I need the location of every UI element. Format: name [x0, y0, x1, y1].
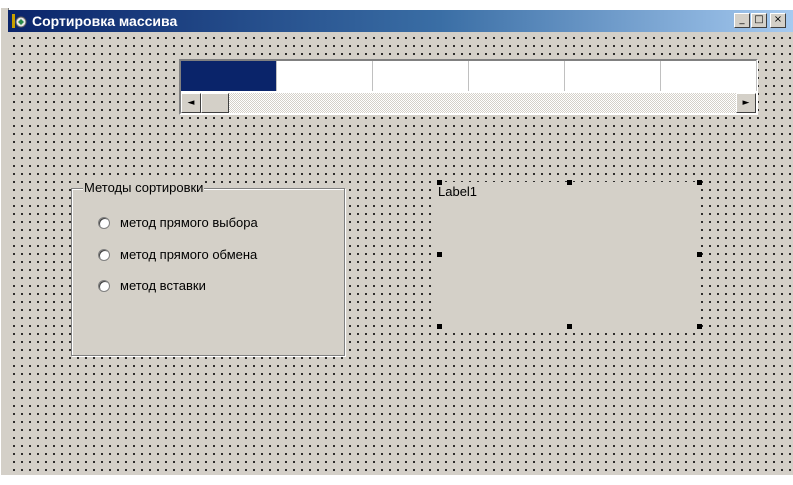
- selection-handle[interactable]: [697, 324, 702, 329]
- selection-handle[interactable]: [437, 180, 442, 185]
- groupbox-caption: Методы сортировки: [83, 180, 205, 195]
- selection-handle[interactable]: [697, 180, 702, 185]
- grid-cell[interactable]: [661, 61, 757, 91]
- radio-insertion[interactable]: метод вставки: [98, 278, 206, 293]
- delphi-form-icon: [12, 14, 27, 28]
- title-bar[interactable]: Сортировка массива _ □ ×: [8, 10, 793, 32]
- window-bottom-margin: [0, 475, 793, 485]
- close-button[interactable]: ×: [770, 13, 786, 28]
- radio-label: метод прямого обмена: [120, 247, 258, 262]
- window-title: Сортировка массива: [32, 13, 178, 29]
- label1-text: Label1: [438, 184, 478, 199]
- scroll-right-button[interactable]: ►: [736, 93, 756, 113]
- radio-label: метод прямого выбора: [120, 215, 258, 230]
- sort-methods-groupbox: [71, 188, 345, 356]
- grid-cell[interactable]: [277, 61, 373, 91]
- selection-handle[interactable]: [437, 324, 442, 329]
- string-grid[interactable]: ◄ ►: [179, 59, 758, 115]
- label1-component[interactable]: [431, 182, 701, 327]
- minimize-button[interactable]: _: [734, 13, 750, 28]
- maximize-button[interactable]: □: [751, 13, 767, 28]
- grid-cell[interactable]: [469, 61, 565, 91]
- radio-label: метод вставки: [120, 278, 206, 293]
- radio-circle-icon[interactable]: [98, 216, 110, 229]
- scroll-left-button[interactable]: ◄: [181, 93, 201, 113]
- grid-row: [181, 61, 757, 91]
- form-design-surface[interactable]: ◄ ► Методы сортировки метод прямого выбо…: [8, 32, 793, 475]
- radio-direct-selection[interactable]: метод прямого выбора: [98, 215, 258, 230]
- scroll-thumb[interactable]: [201, 93, 229, 113]
- grid-cell-selected[interactable]: [181, 61, 277, 91]
- radio-direct-exchange[interactable]: метод прямого обмена: [98, 247, 257, 262]
- selection-handle[interactable]: [437, 252, 442, 257]
- horizontal-scrollbar[interactable]: ◄ ►: [181, 93, 756, 113]
- grid-cell[interactable]: [373, 61, 469, 91]
- selection-handle[interactable]: [567, 180, 572, 185]
- selection-handle[interactable]: [567, 324, 572, 329]
- radio-circle-icon[interactable]: [98, 248, 110, 261]
- grid-cell[interactable]: [565, 61, 661, 91]
- radio-circle-icon[interactable]: [98, 279, 110, 292]
- screen: Сортировка массива _ □ × ◄ ► Методы сорт…: [0, 0, 793, 485]
- selection-handle[interactable]: [697, 252, 702, 257]
